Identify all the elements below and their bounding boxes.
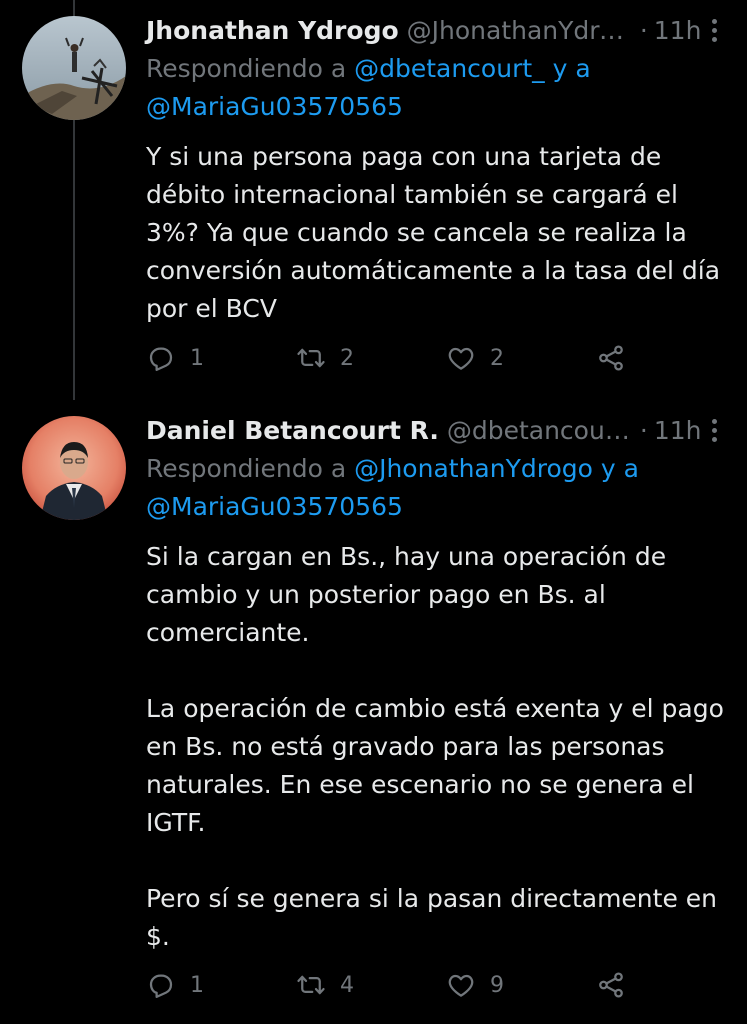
tweet-header: Jhonathan Ydrogo @JhonathanYdro... · 11h [146, 10, 727, 50]
share-icon [599, 345, 623, 371]
avatar[interactable] [22, 416, 126, 520]
author-handle[interactable]: @dbetancourt_ [447, 416, 634, 445]
like-icon [448, 974, 474, 997]
reply-icon [149, 974, 173, 998]
tweet-text: Si la cargan en Bs., hay una operación d… [146, 542, 724, 951]
like-button[interactable]: 9 [446, 970, 526, 1000]
replying-to: Respondiendo a @dbetancourt_ y a @MariaGu… [146, 50, 727, 126]
mention-link[interactable]: @JhonathanYdrogo [354, 454, 593, 483]
mention-link[interactable]: @MariaGu03570565 [146, 492, 403, 521]
mention-link[interactable]: @MariaGu03570565 [146, 92, 403, 121]
more-icon[interactable] [701, 415, 727, 445]
like-count: 9 [490, 972, 504, 998]
tweet-header: Daniel Betancourt R. @dbetancourt_ · 11h [146, 410, 727, 450]
reply-button[interactable]: 1 [146, 970, 226, 1000]
replying-to: Respondiendo a @JhonathanYdrogo y a @Mari… [146, 450, 727, 526]
reply-count: 1 [190, 972, 204, 998]
retweet-count: 4 [340, 972, 354, 998]
retweet-icon [297, 348, 325, 368]
author-name[interactable]: Daniel Betancourt R. [146, 416, 439, 445]
reply-button[interactable]: 1 [146, 343, 226, 373]
share-button[interactable] [596, 343, 636, 373]
retweet-count: 2 [340, 345, 354, 371]
timestamp[interactable]: 11h [654, 16, 702, 45]
tweet[interactable]: Daniel Betancourt R. @dbetancourt_ · 11h… [0, 400, 747, 1024]
tweet-body: Daniel Betancourt R. @dbetancourt_ · 11h… [146, 410, 727, 956]
avatar[interactable] [22, 16, 126, 120]
share-icon [599, 972, 623, 998]
tweet-actions: 1 4 9 [146, 965, 636, 1005]
author-handle[interactable]: @JhonathanYdro... [407, 16, 634, 45]
like-count: 2 [490, 345, 504, 371]
replying-prefix: Respondiendo a [146, 54, 355, 83]
retweet-button[interactable]: 4 [296, 970, 376, 1000]
tweet-body: Jhonathan Ydrogo @JhonathanYdro... · 11h… [146, 10, 727, 328]
mention-link[interactable]: @dbetancourt_ [354, 54, 545, 83]
share-button[interactable] [596, 970, 636, 1000]
tweet-actions: 1 2 2 [146, 338, 636, 378]
replying-and: y a [592, 454, 639, 483]
reply-count: 1 [190, 345, 204, 371]
author-name[interactable]: Jhonathan Ydrogo [146, 16, 399, 45]
retweet-icon [297, 975, 325, 995]
separator-dot: · [639, 415, 648, 445]
like-button[interactable]: 2 [446, 343, 526, 373]
timestamp[interactable]: 11h [654, 416, 702, 445]
tweet-text: Y si una persona paga con una tarjeta de… [146, 142, 728, 323]
separator-dot: · [639, 15, 648, 45]
replying-and: y a [544, 54, 591, 83]
retweet-button[interactable]: 2 [296, 343, 376, 373]
replying-prefix: Respondiendo a [146, 454, 355, 483]
like-icon [448, 347, 474, 370]
more-icon[interactable] [701, 15, 727, 45]
tweet[interactable]: Jhonathan Ydrogo @JhonathanYdro... · 11h… [0, 0, 747, 400]
reply-icon [149, 347, 173, 371]
